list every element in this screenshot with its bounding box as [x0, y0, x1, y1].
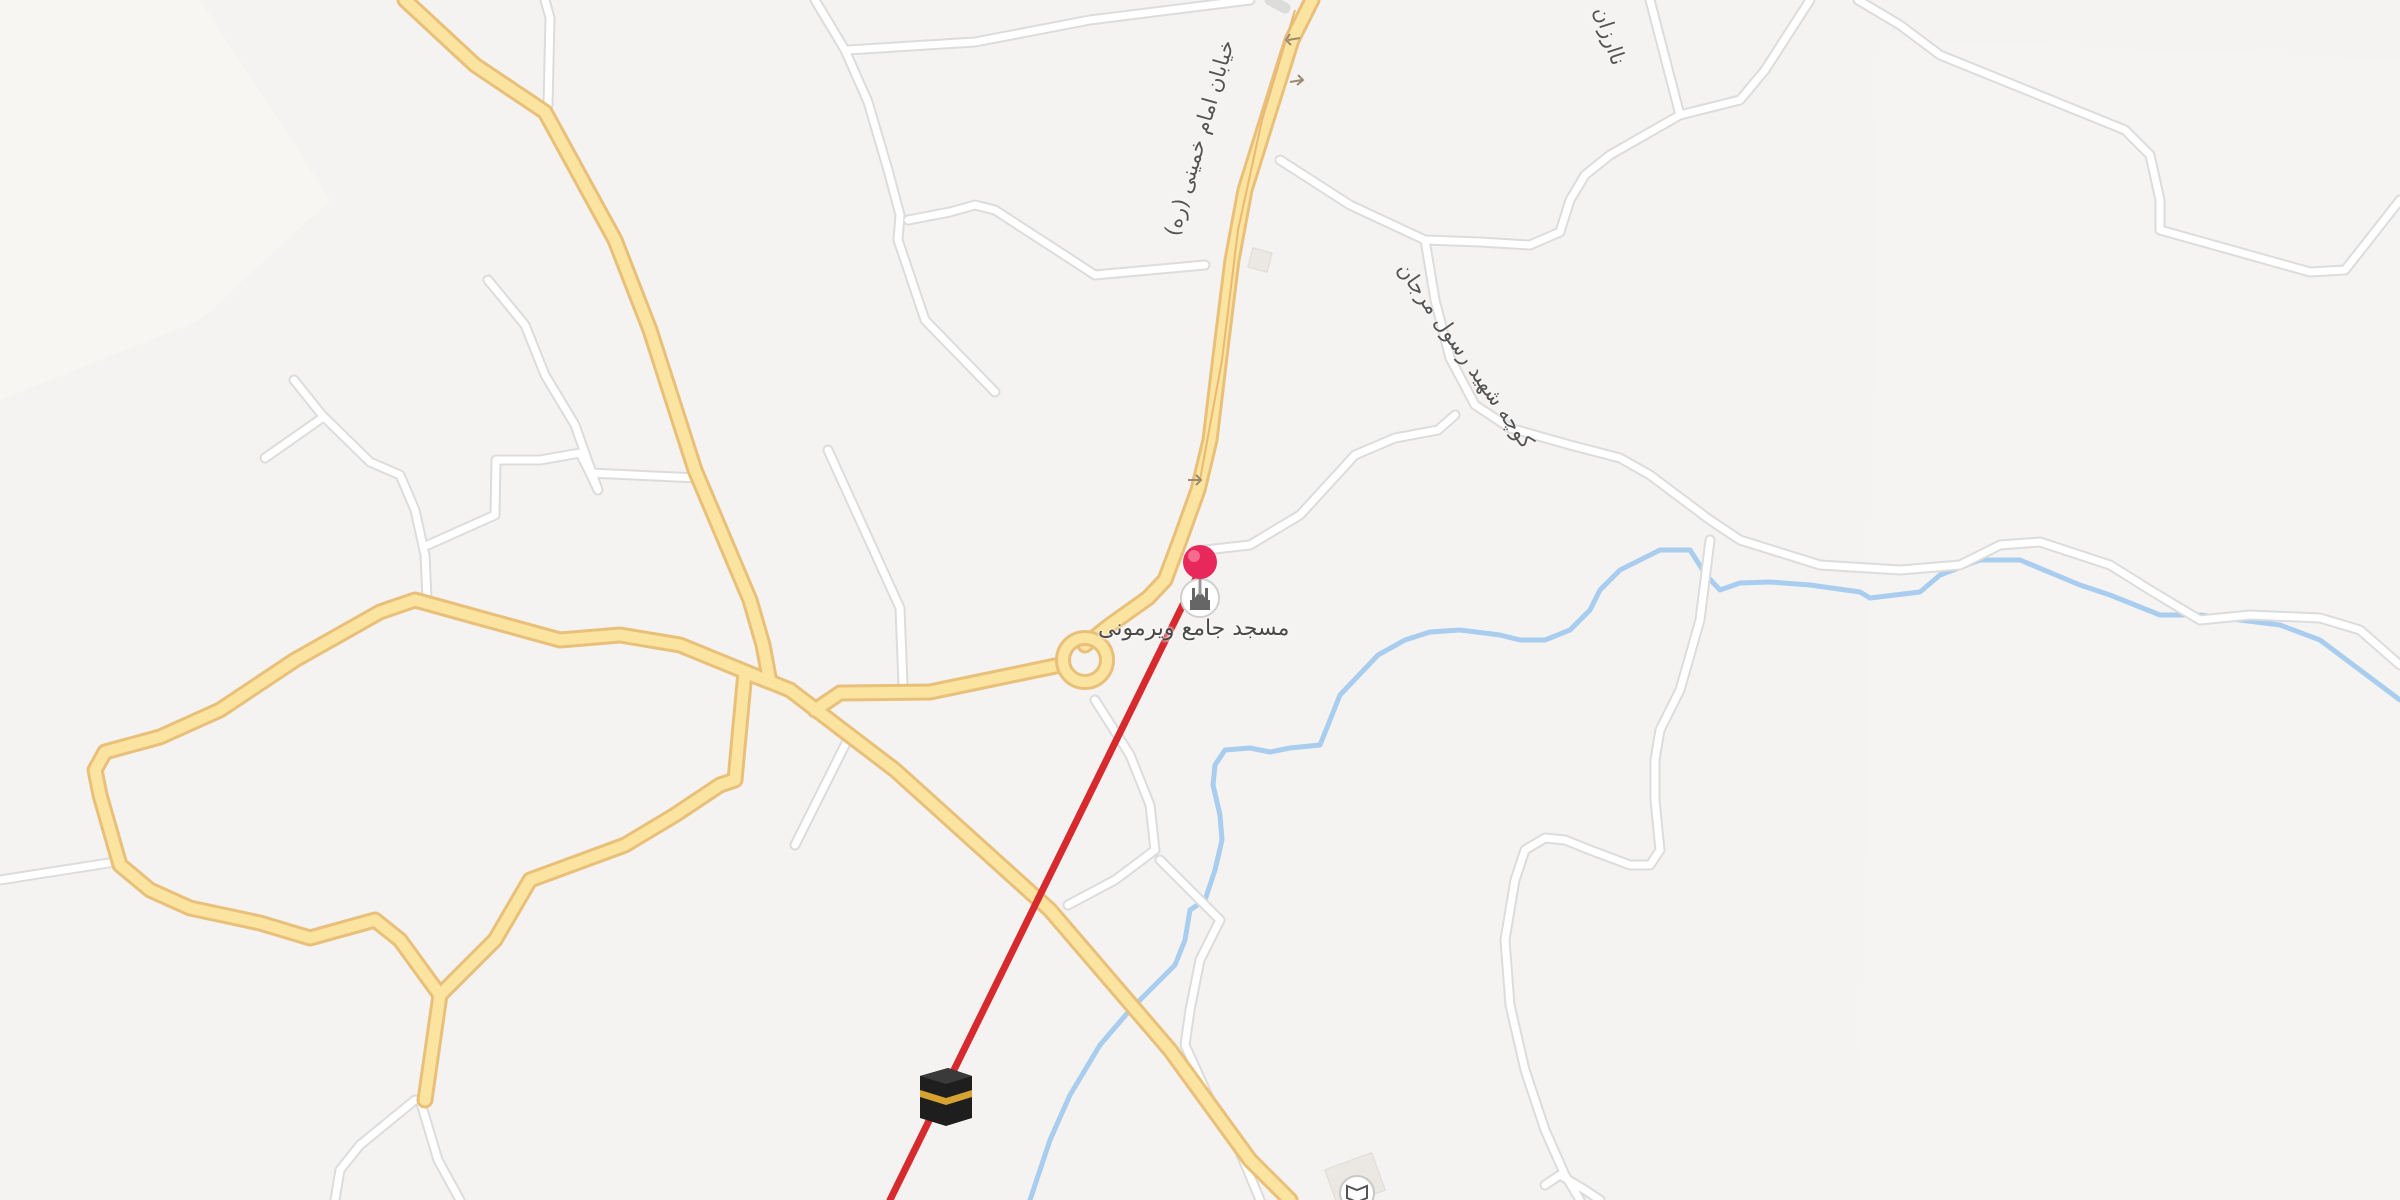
kaaba-qibla-icon[interactable]	[920, 1068, 972, 1126]
building	[1247, 247, 1273, 273]
book-icon[interactable]	[1339, 1175, 1375, 1200]
map-canvas[interactable]	[0, 0, 2400, 1200]
mosque-label: مسجد جامع ویرمونی	[1098, 616, 1290, 641]
